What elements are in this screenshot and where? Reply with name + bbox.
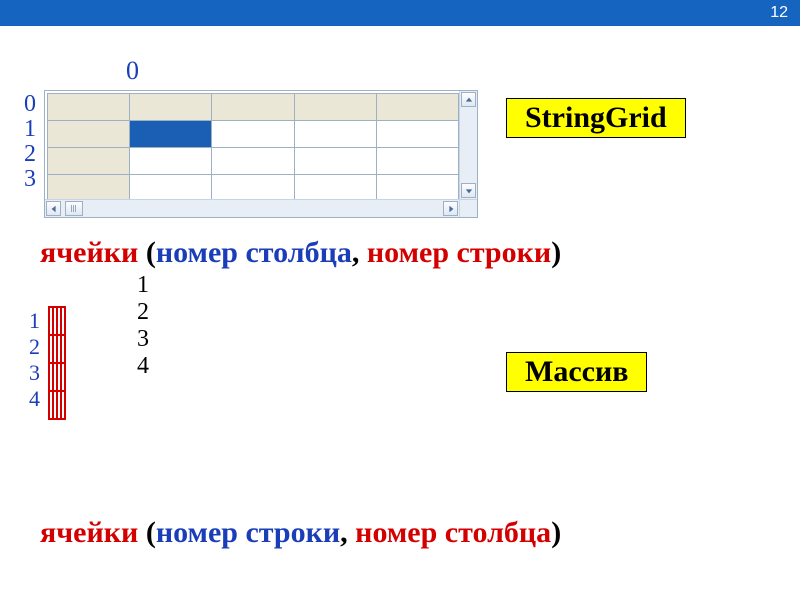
stringgrid-vscrollbar[interactable] (459, 91, 477, 199)
sg-cell-fixed[interactable] (48, 121, 130, 148)
sg-cell-selected[interactable] (130, 121, 212, 148)
arr-row-3: 3 (24, 360, 40, 386)
titlebar: 12 (0, 0, 800, 26)
caption-stringgrid-order: ячейки (номер столбца, номер строки) (40, 236, 561, 270)
sg-cell[interactable] (212, 121, 294, 148)
sg-cell-fixed[interactable] (376, 94, 458, 121)
slide-content: 01234 0 1 2 3 (0, 26, 800, 600)
sg-cell-fixed[interactable] (48, 175, 130, 202)
arr-cell (61, 363, 65, 391)
stringgrid-hscrollbar[interactable] (45, 199, 459, 217)
page-number: 12 (770, 4, 788, 22)
arr-cell (61, 307, 65, 335)
caption-row: номер строки (367, 236, 551, 269)
scroll-down-button[interactable] (461, 183, 476, 198)
array-label: Массив (506, 352, 647, 392)
sg-cell-fixed[interactable] (130, 94, 212, 121)
arr-col-3: 3 (100, 326, 186, 353)
sg-cell[interactable] (130, 148, 212, 175)
sg-cell[interactable] (376, 148, 458, 175)
arr-col-1: 1 (100, 272, 186, 299)
caption-word: ячейки (40, 236, 138, 269)
arr-cell (61, 391, 65, 419)
scroll-left-button[interactable] (46, 201, 61, 216)
sg-cell[interactable] (376, 175, 458, 202)
scrollbar-corner (459, 199, 477, 217)
sg-cell[interactable] (212, 148, 294, 175)
caption-punct: ( (138, 516, 156, 549)
caption-punct: ) (551, 516, 561, 549)
caption-punct: , (340, 516, 355, 549)
caption-col: номер столбца (355, 516, 551, 549)
stringgrid-row-labels: 0 1 2 3 (20, 92, 36, 192)
sg-cell-fixed[interactable] (294, 94, 376, 121)
arr-row-1: 1 (24, 308, 40, 334)
arr-row-4: 4 (24, 386, 40, 412)
scroll-up-button[interactable] (461, 92, 476, 107)
sg-col-0: 0 (90, 56, 175, 86)
stringgrid-cells[interactable] (47, 93, 459, 202)
arr-row-2: 2 (24, 334, 40, 360)
caption-word: ячейки (40, 516, 138, 549)
caption-punct: ( (138, 236, 156, 269)
sg-cell-fixed[interactable] (48, 94, 130, 121)
stringgrid-label: StringGrid (506, 98, 686, 138)
sg-cell[interactable] (212, 175, 294, 202)
sg-row-2: 2 (20, 142, 36, 167)
sg-cell[interactable] (294, 121, 376, 148)
arr-cell (61, 335, 65, 363)
sg-cell[interactable] (376, 121, 458, 148)
caption-row: номер строки (156, 516, 340, 549)
array-grid (48, 306, 66, 420)
sg-cell-fixed[interactable] (48, 148, 130, 175)
scroll-thumb[interactable] (65, 201, 83, 216)
array-col-labels: 1234 (100, 272, 186, 380)
caption-punct: ) (551, 236, 561, 269)
caption-punct: , (352, 236, 367, 269)
caption-col: номер столбца (156, 236, 352, 269)
sg-row-1: 1 (20, 117, 36, 142)
arr-col-4: 4 (100, 353, 186, 380)
sg-cell-fixed[interactable] (212, 94, 294, 121)
sg-cell[interactable] (294, 148, 376, 175)
array-row-labels: 1 2 3 4 (24, 308, 40, 412)
sg-cell[interactable] (294, 175, 376, 202)
sg-cell[interactable] (130, 175, 212, 202)
sg-row-0: 0 (20, 92, 36, 117)
scroll-right-button[interactable] (443, 201, 458, 216)
stringgrid-control[interactable] (44, 90, 478, 218)
sg-row-3: 3 (20, 167, 36, 192)
caption-array-order: ячейки (номер строки, номер столбца) (40, 516, 561, 550)
arr-col-2: 2 (100, 299, 186, 326)
